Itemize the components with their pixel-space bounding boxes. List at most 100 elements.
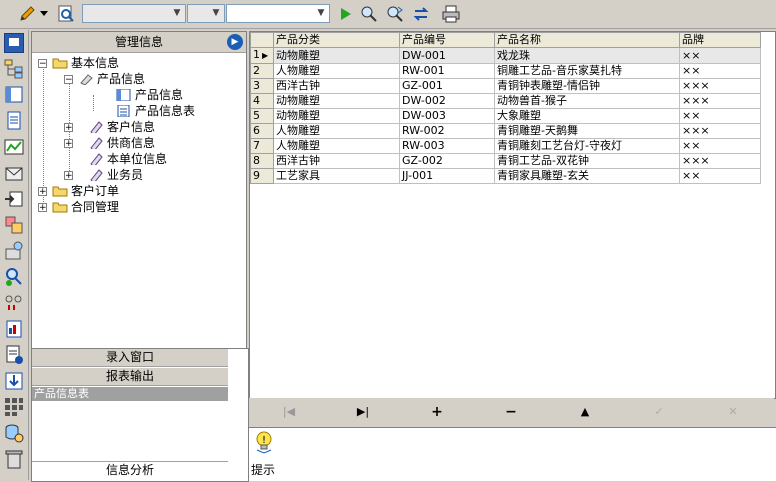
table-row[interactable]: 4 动物雕塑 DW-002 动物兽首-猴子 ×××	[250, 93, 761, 109]
table-cell[interactable]: 铜雕工艺品-音乐家莫扎特	[494, 63, 680, 79]
expand-icon[interactable]: +	[64, 123, 73, 133]
notes-icon[interactable]	[4, 345, 24, 365]
chevron-down-icon[interactable]: ▼	[315, 7, 327, 20]
database-icon[interactable]	[4, 423, 24, 443]
table-cell[interactable]: 西洋古钟	[273, 153, 400, 169]
column-header[interactable]: 品牌	[679, 32, 761, 48]
table-cell[interactable]: GZ-002	[399, 153, 495, 169]
link-icon[interactable]	[4, 293, 24, 313]
table-cell[interactable]: 大象雕塑	[494, 108, 680, 124]
tree-node-product-info[interactable]: 产品信息	[116, 87, 183, 103]
table-cell[interactable]: 青铜家具雕塑-玄关	[494, 168, 680, 184]
table-row[interactable]: 2 人物雕塑 RW-001 铜雕工艺品-音乐家莫扎特 ××	[250, 63, 761, 79]
expand-icon[interactable]: +	[38, 203, 47, 213]
run-icon[interactable]	[334, 3, 356, 25]
report-list-item[interactable]: 产品信息表	[32, 387, 228, 401]
find-next-icon[interactable]	[384, 3, 406, 25]
nav-insert-button[interactable]: +	[427, 404, 447, 420]
nav-cancel-button[interactable]: ✕	[723, 404, 743, 420]
section-entry-window[interactable]: 录入窗口	[32, 349, 228, 367]
collapse-panel-icon[interactable]: ▶	[227, 34, 243, 50]
table-cell[interactable]: GZ-001	[399, 78, 495, 94]
table-cell[interactable]: ×××	[679, 123, 761, 139]
expand-icon[interactable]: +	[38, 187, 47, 197]
find-icon[interactable]	[358, 3, 380, 25]
table-row[interactable]: 5 动物雕塑 DW-003 大象雕塑 ××	[250, 108, 761, 124]
collapse-icon[interactable]: −	[64, 75, 73, 85]
settings-icon[interactable]	[4, 241, 24, 261]
table-cell[interactable]: 动物兽首-猴子	[494, 93, 680, 109]
print-icon[interactable]	[440, 3, 462, 25]
table-cell[interactable]: 青铜雕塑-天鹅舞	[494, 123, 680, 139]
table-cell[interactable]: 西洋古钟	[273, 78, 400, 94]
table-cell[interactable]: 人物雕塑	[273, 63, 400, 79]
column-header[interactable]: 产品名称	[494, 32, 680, 48]
table-cell[interactable]: ×××	[679, 93, 761, 109]
section-info-analysis[interactable]: 信息分析	[32, 461, 228, 479]
table-cell[interactable]: ××	[679, 108, 761, 124]
table-cell[interactable]: 动物雕塑	[273, 47, 400, 64]
search-combo[interactable]: ▼	[226, 4, 330, 23]
pencil-icon[interactable]	[16, 3, 38, 25]
table-row[interactable]: 3 西洋古钟 GZ-001 青铜钟表雕塑-情侣钟 ×××	[250, 78, 761, 94]
preview-icon[interactable]	[55, 3, 77, 25]
tree-node-product-table[interactable]: 产品信息表	[116, 103, 195, 119]
dropdown-icon[interactable]	[38, 3, 50, 25]
nav-post-button[interactable]: ✓	[649, 404, 669, 420]
nav-delete-button[interactable]: −	[501, 404, 521, 420]
table-cell[interactable]: RW-002	[399, 123, 495, 139]
mail-icon[interactable]	[4, 163, 24, 183]
windows-icon[interactable]	[4, 215, 24, 235]
tree-structure-icon[interactable]	[4, 59, 24, 79]
document-icon[interactable]	[4, 111, 24, 131]
form-icon[interactable]	[4, 85, 24, 105]
table-cell[interactable]: ×××	[679, 153, 761, 169]
table-row[interactable]: 8 西洋古钟 GZ-002 青铜工艺品-双花钟 ×××	[250, 153, 761, 169]
table-row[interactable]: 6 人物雕塑 RW-002 青铜雕塑-天鹅舞 ×××	[250, 123, 761, 139]
trash-icon[interactable]	[4, 449, 24, 469]
table-cell[interactable]: ××	[679, 168, 761, 184]
table-cell[interactable]: 青铜雕刻工艺台灯-守夜灯	[494, 138, 680, 154]
export-icon[interactable]	[4, 189, 24, 209]
refresh-icon[interactable]	[410, 3, 432, 25]
table-cell[interactable]: ××	[679, 47, 761, 64]
expand-icon[interactable]: +	[64, 171, 73, 181]
table-row[interactable]: 1 ▶ 动物雕塑 DW-001 戏龙珠 ××	[250, 47, 761, 64]
table-cell[interactable]: 动物雕塑	[273, 93, 400, 109]
section-report-output[interactable]: 报表输出	[32, 368, 228, 386]
table-cell[interactable]: ××	[679, 63, 761, 79]
manage-icon[interactable]	[4, 33, 24, 53]
table-cell[interactable]: ×××	[679, 78, 761, 94]
table-cell[interactable]: DW-003	[399, 108, 495, 124]
table-cell[interactable]: JJ-001	[399, 168, 495, 184]
chart-icon[interactable]	[4, 137, 24, 157]
table-cell[interactable]: 工艺家具	[273, 168, 400, 184]
nav-edit-button[interactable]: ▲	[575, 404, 595, 420]
tree-node-unit[interactable]: 本单位信息	[88, 151, 167, 167]
chevron-down-icon[interactable]: ▼	[210, 7, 222, 20]
table-cell[interactable]: 动物雕塑	[273, 108, 400, 124]
expand-icon[interactable]: +	[64, 139, 73, 149]
table-cell[interactable]: RW-003	[399, 138, 495, 154]
table-cell[interactable]: 人物雕塑	[273, 138, 400, 154]
column-header[interactable]: 产品编号	[399, 32, 495, 48]
nav-last-button[interactable]: ▶|	[353, 404, 373, 420]
table-row[interactable]: 7 人物雕塑 RW-003 青铜雕刻工艺台灯-守夜灯 ××	[250, 138, 761, 154]
column-header[interactable]: 产品分类	[273, 32, 400, 48]
collapse-icon[interactable]: −	[38, 59, 47, 69]
grid-icon[interactable]	[4, 397, 24, 417]
chevron-down-icon[interactable]: ▼	[171, 7, 183, 20]
table-cell[interactable]: ××	[679, 138, 761, 154]
table-cell[interactable]: DW-002	[399, 93, 495, 109]
nav-first-button[interactable]: |◀	[279, 404, 299, 420]
table-cell[interactable]: DW-001	[399, 47, 495, 64]
table-row[interactable]: 9 工艺家具 JJ-001 青铜家具雕塑-玄关 ××	[250, 168, 761, 184]
import-icon[interactable]	[4, 371, 24, 391]
filter-combo-1[interactable]: ▼	[82, 4, 186, 23]
table-cell[interactable]: 戏龙珠	[494, 47, 680, 64]
table-cell[interactable]: RW-001	[399, 63, 495, 79]
table-cell[interactable]: 青铜工艺品-双花钟	[494, 153, 680, 169]
table-cell[interactable]: 青铜钟表雕塑-情侣钟	[494, 78, 680, 94]
filter-combo-2[interactable]: ▼	[187, 4, 225, 23]
report-icon[interactable]	[4, 319, 24, 339]
